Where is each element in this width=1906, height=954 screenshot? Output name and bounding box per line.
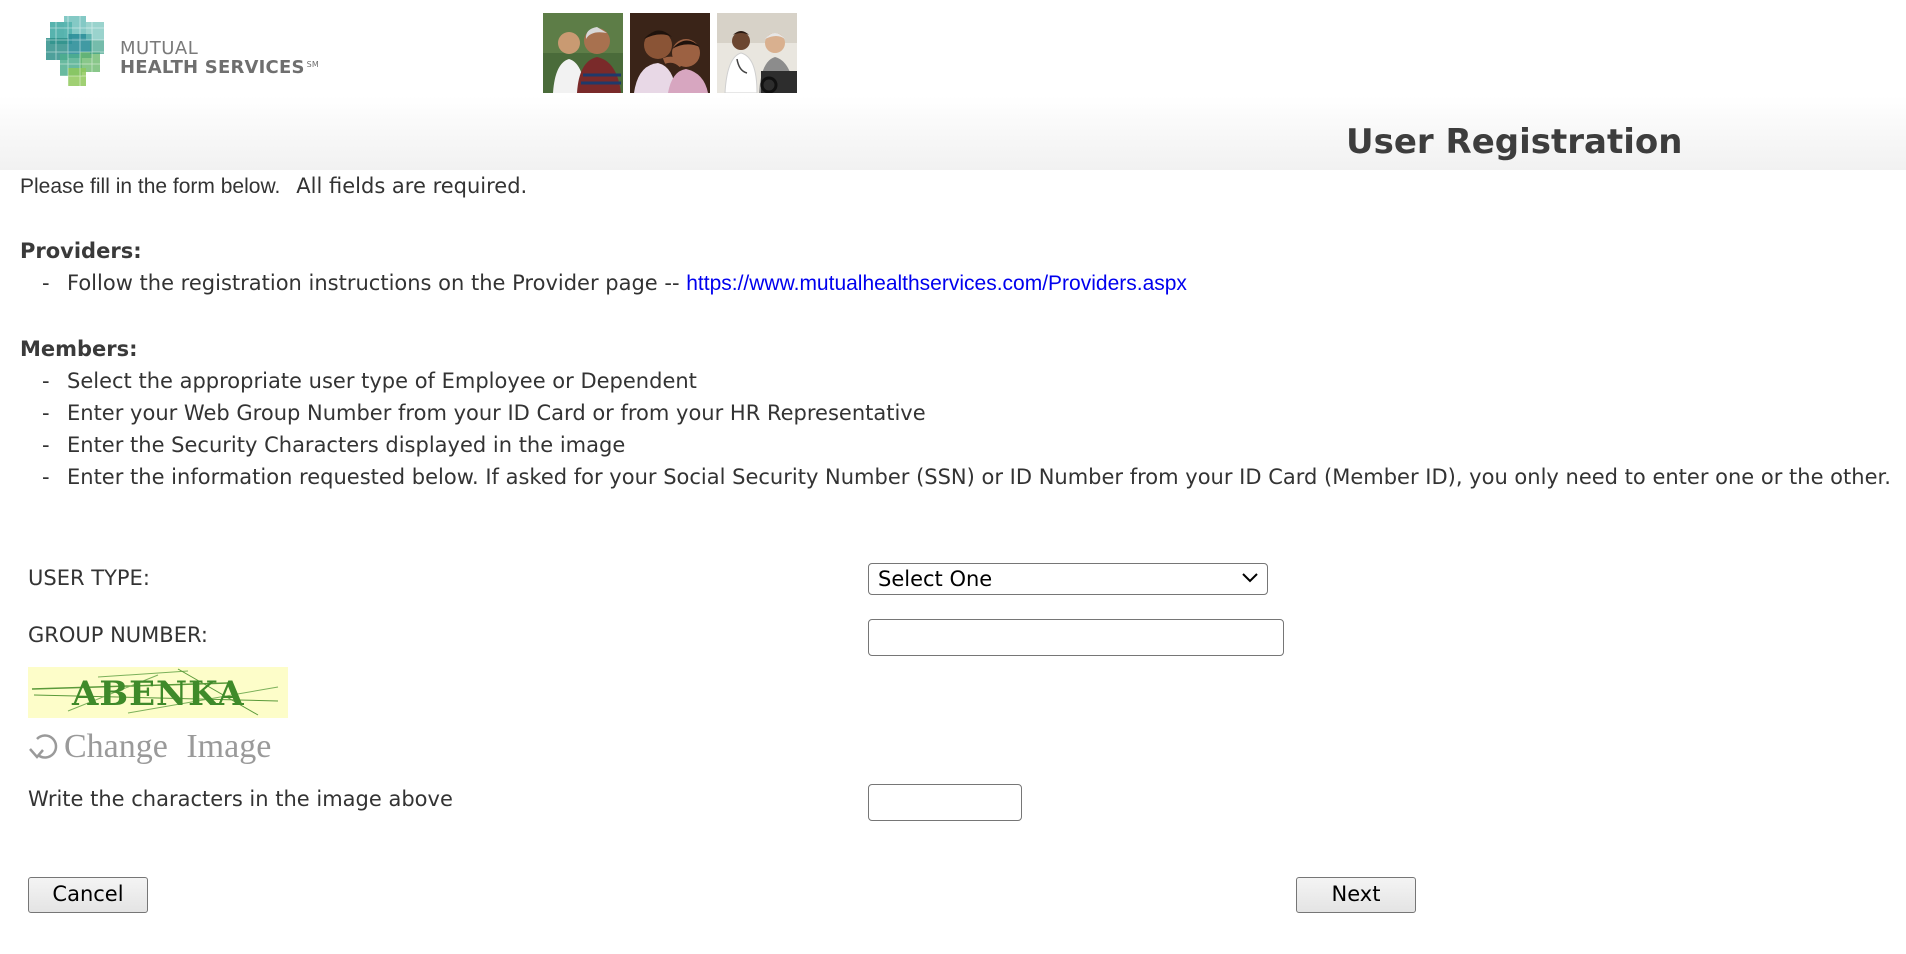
logo-text-line2: HEALTH SERVICES SM xyxy=(120,57,319,78)
bullet-dash: - xyxy=(42,369,50,393)
bullet-dash: - xyxy=(42,433,50,457)
trademark-mark: SM xyxy=(306,60,319,69)
user-type-select[interactable]: Select One xyxy=(868,563,1268,595)
providers-instruction-text: Follow the registration instructions on … xyxy=(67,271,687,295)
bullet-dash: - xyxy=(42,271,50,295)
members-instruction-item: - Select the appropriate user type of Emp… xyxy=(20,369,697,393)
members-instruction-item: - Enter the information requested below. … xyxy=(20,461,1900,493)
members-instruction-text: Enter the information requested below. I… xyxy=(67,465,1891,489)
chevron-down-icon xyxy=(1242,573,1258,583)
intro-required-text: All fields are required. xyxy=(296,174,528,198)
page-title: User Registration xyxy=(1346,122,1683,162)
next-button[interactable]: Next xyxy=(1296,877,1416,913)
members-instruction-text: Enter your Web Group Number from your ID… xyxy=(67,401,926,425)
group-number-label: GROUP NUMBER: xyxy=(28,623,208,647)
providers-instruction: - Follow the registration instructions on… xyxy=(20,271,1187,296)
form-intro: Please fill in the form below. All fields… xyxy=(20,174,527,199)
captcha-prompt-label: Write the characters in the image above xyxy=(28,787,453,811)
doctor-photo xyxy=(717,13,797,93)
captcha-characters: ABENKA xyxy=(72,674,245,714)
logo-text-line2-label: HEALTH SERVICES xyxy=(120,57,305,78)
members-instruction-item: - Enter the Security Characters displayed… xyxy=(20,433,625,457)
captcha-answer-input[interactable] xyxy=(868,784,1022,821)
user-type-selected-value: Select One xyxy=(878,567,993,591)
members-instruction-text: Select the appropriate user type of Empl… xyxy=(67,369,697,393)
user-type-label: USER TYPE: xyxy=(28,566,150,590)
captcha-image: ABENKA xyxy=(28,667,288,718)
group-number-input[interactable] xyxy=(868,619,1284,656)
providers-page-link[interactable]: https://www.mutualhealthservices.com/Pro… xyxy=(686,272,1187,295)
refresh-icon xyxy=(29,734,58,759)
children-photo xyxy=(630,13,710,93)
logo-squares-icon xyxy=(46,16,106,88)
family-photo xyxy=(543,13,623,93)
bullet-dash: - xyxy=(42,401,50,425)
cancel-button[interactable]: Cancel xyxy=(28,877,148,913)
logo-text-line1: MUTUAL xyxy=(120,38,199,59)
members-heading: Members: xyxy=(20,337,138,361)
bullet-dash: - xyxy=(42,465,50,489)
page-header: MUTUAL HEALTH SERVICES SM User Registrat… xyxy=(0,0,1906,170)
providers-heading: Providers: xyxy=(20,239,142,263)
change-image-label: Change Image xyxy=(64,728,272,765)
mutual-health-services-logo[interactable]: MUTUAL HEALTH SERVICES SM xyxy=(46,16,319,90)
members-instruction-item: - Enter your Web Group Number from your I… xyxy=(20,401,926,425)
intro-fill-form-text: Please fill in the form below. xyxy=(20,175,281,198)
members-instruction-text: Enter the Security Characters displayed … xyxy=(67,433,626,457)
